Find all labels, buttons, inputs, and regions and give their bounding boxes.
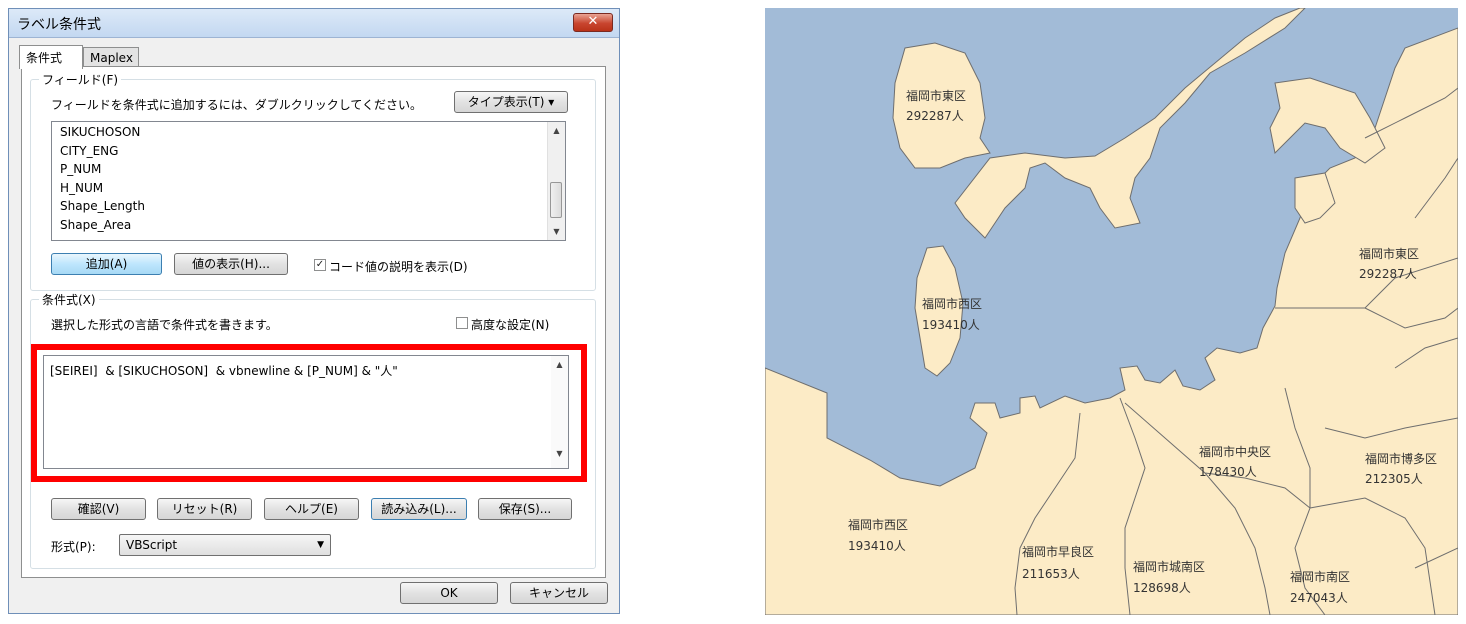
dialog-title: ラベル条件式 [17,17,101,33]
tab-maplex[interactable]: Maplex [83,47,139,68]
parser-select[interactable]: VBScript ▼ [119,534,331,556]
district-name-label: 福岡市東区 [906,88,966,103]
district-name-label: 福岡市早良区 [1022,544,1094,559]
chevron-down-icon: ▼ [317,540,324,550]
cancel-button[interactable]: キャンセル [510,582,608,604]
tab-expression-label: 条件式 [26,51,63,65]
field-list-item[interactable]: Shape_Area [60,218,131,232]
type-display-button[interactable]: タイプ表示(T) ▾ [454,91,568,113]
field-list[interactable]: SIKUCHOSON CITY_ENG P_NUM H_NUM Shape_Le… [51,121,566,241]
tab-expression[interactable]: 条件式 [19,45,83,69]
district-population-label: 178430人 [1199,465,1257,479]
show-values-button[interactable]: 値の表示(H)... [174,253,288,275]
district-population-label: 193410人 [848,539,906,553]
advanced-label: 高度な設定(N) [471,318,550,332]
district-name-label: 福岡市城南区 [1133,559,1205,574]
close-button[interactable]: ✕ [573,13,613,32]
add-button[interactable]: 追加(A) [51,253,162,275]
parser-select-value: VBScript [126,538,178,552]
show-description-label: コード値の説明を表示(D) [329,260,468,274]
show-description-checkbox[interactable]: ✓ [314,259,326,271]
ok-button[interactable]: OK [400,582,498,604]
field-list-item[interactable]: Shape_Length [60,199,145,213]
save-button[interactable]: 保存(S)... [478,498,572,520]
scroll-thumb[interactable] [550,182,562,218]
field-list-item[interactable]: CITY_ENG [60,144,118,158]
parser-label: 形式(P): [51,540,96,554]
district-name-label: 福岡市博多区 [1365,451,1437,466]
district-population-label: 193410人 [922,318,980,332]
expression-instruction: 選択した形式の言語で条件式を書きます。 [51,318,278,332]
district-population-label: 212305人 [1365,472,1423,486]
field-list-item[interactable]: P_NUM [60,162,101,176]
load-button[interactable]: 読み込み(L)... [371,498,467,520]
close-icon: ✕ [587,14,599,29]
district-name-label: 福岡市中央区 [1199,444,1271,459]
reset-button[interactable]: リセット(R) [157,498,252,520]
field-list-item[interactable]: H_NUM [60,181,103,195]
district-population-label: 247043人 [1290,591,1348,605]
field-list-scrollbar[interactable]: ▲ ▼ [547,122,565,240]
field-list-item[interactable]: SIKUCHOSON [60,125,140,139]
expression-group-legend: 条件式(X) [39,291,99,308]
district-name-label: 福岡市南区 [1290,569,1350,584]
scroll-down-icon[interactable]: ▼ [548,223,565,240]
fields-instruction: フィールドを条件式に追加するには、ダブルクリックしてください。 [51,98,423,112]
district-population-label: 292287人 [1359,267,1417,281]
scroll-up-icon[interactable]: ▲ [548,122,565,139]
verify-button[interactable]: 確認(V) [51,498,146,520]
highlight-box [31,344,587,482]
fields-group-legend: フィールド(F) [39,71,122,88]
advanced-checkbox[interactable] [456,317,468,329]
district-population-label: 128698人 [1133,581,1191,595]
district-name-label: 福岡市西区 [848,517,908,532]
district-population-label: 211653人 [1022,567,1080,581]
title-bar[interactable]: ラベル条件式 ✕ [9,9,619,38]
district-name-label: 福岡市東区 [1359,246,1419,261]
district-population-label: 292287人 [906,109,964,123]
check-icon: ✓ [315,259,325,270]
label-preview-map: 福岡市東区 292287人 福岡市東区 292287人 福岡市西区 193410… [765,8,1458,615]
help-button[interactable]: ヘルプ(E) [264,498,359,520]
tab-maplex-label: Maplex [90,51,133,65]
district-name-label: 福岡市西区 [922,296,982,311]
